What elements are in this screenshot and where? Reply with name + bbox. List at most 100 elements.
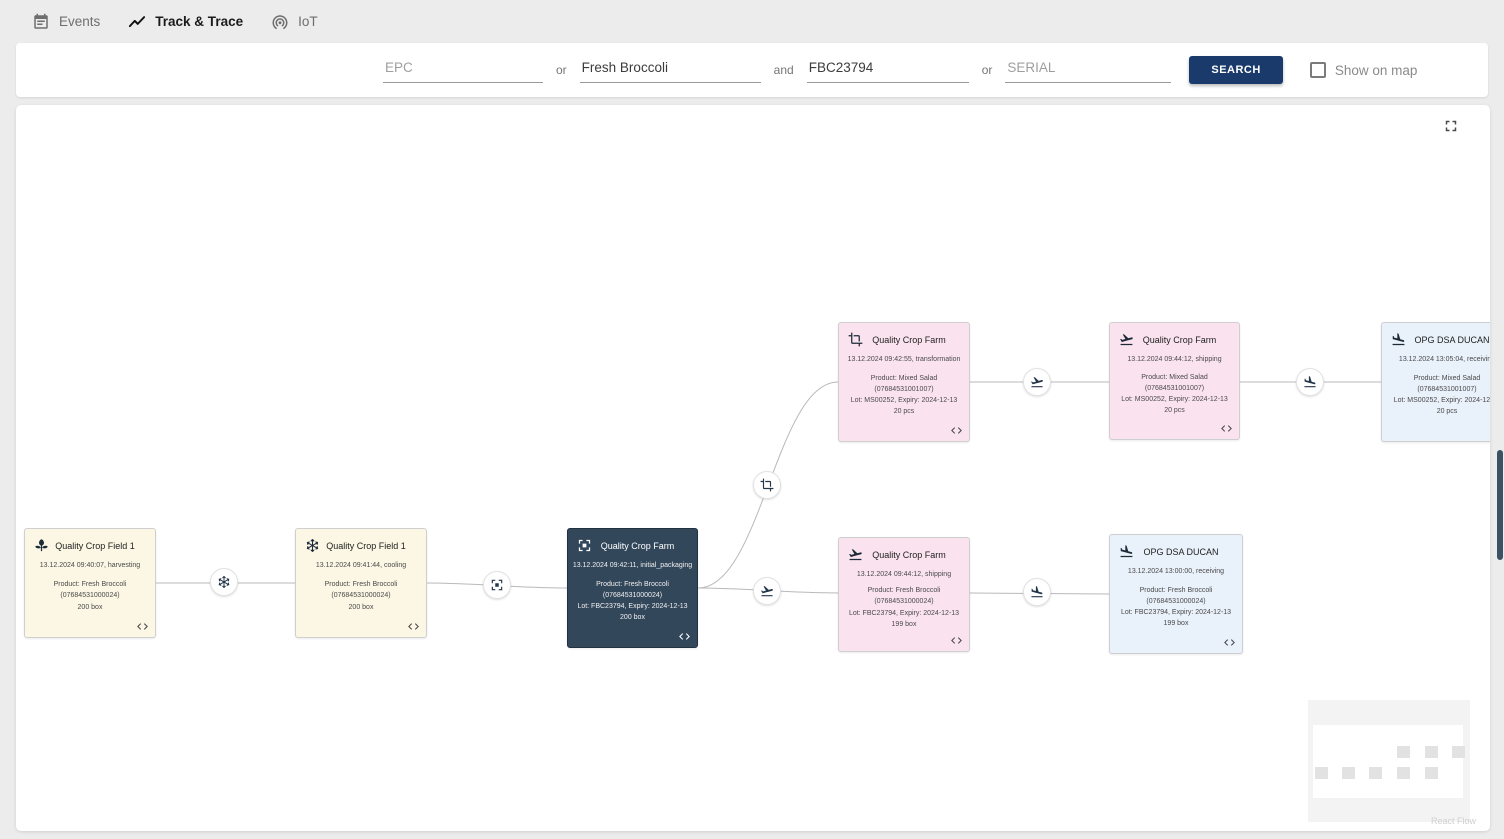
tab-events-label: Events	[59, 14, 100, 29]
crop-icon	[760, 478, 774, 492]
node-timestamp: 13.12.2024 09:44:12, shipping	[1110, 356, 1239, 363]
minimap-node	[1397, 746, 1410, 758]
minimap-viewport	[1313, 725, 1463, 798]
minimap-node	[1342, 767, 1355, 779]
node-title: Quality Crop Farm	[863, 335, 961, 345]
edge-icon-receiving[interactable]	[1296, 368, 1324, 396]
node-gtin: (07684531001007)	[842, 384, 966, 395]
flight-landing-icon	[1030, 585, 1044, 599]
node-title: Quality Crop Field 1	[320, 541, 418, 551]
code-icon[interactable]	[950, 634, 963, 647]
flight-takeoff-icon	[1119, 332, 1134, 347]
edge-icon-cooling[interactable]	[210, 568, 238, 596]
node-gtin: (07684531000024)	[299, 590, 423, 601]
node-lot: Lot: MS00252, Expiry: 2024-12-13	[1113, 394, 1236, 405]
node-quantity: 199 box	[842, 619, 966, 630]
minimap-node	[1452, 746, 1465, 758]
node-quantity: 199 box	[1113, 618, 1239, 629]
epc-input[interactable]	[383, 57, 543, 83]
edge-icon-shipping[interactable]	[1023, 368, 1051, 396]
node-gtin: (07684531000024)	[28, 590, 152, 601]
flow-canvas[interactable]: Quality Crop Field 1 13.12.2024 09:40:07…	[16, 105, 1490, 831]
edge-icon-packaging[interactable]	[483, 571, 511, 599]
iot-icon	[271, 13, 289, 31]
tab-events[interactable]: Events	[32, 13, 100, 31]
node-title: OPG DSA DUCAN	[1134, 547, 1234, 557]
node-title: Quality Crop Farm	[1134, 335, 1231, 345]
minimap-node	[1397, 767, 1410, 779]
node-product: Product: Fresh Broccoli	[571, 579, 694, 590]
node-title: Quality Crop Farm	[863, 550, 961, 560]
code-icon[interactable]	[678, 630, 691, 643]
product-input[interactable]	[580, 57, 761, 83]
packaging-icon	[490, 578, 504, 592]
minimap-node	[1315, 767, 1328, 779]
tab-track-trace[interactable]: Track & Trace	[128, 13, 243, 31]
node-timestamp: 13.12.2024 09:44:12, shipping	[839, 571, 969, 578]
react-flow-attribution: React Flow	[1431, 816, 1476, 826]
tab-track-trace-label: Track & Trace	[155, 14, 243, 29]
lot-input[interactable]	[807, 57, 969, 83]
code-icon[interactable]	[1220, 422, 1233, 435]
code-icon[interactable]	[950, 424, 963, 437]
flight-takeoff-icon	[760, 584, 774, 598]
node-gtin: (07684531001007)	[1113, 383, 1236, 394]
node-title: Quality Crop Field 1	[49, 541, 147, 551]
node-lot: Lot: FBC23794, Expiry: 2024-12-13	[571, 601, 694, 612]
flow-minimap[interactable]	[1308, 700, 1470, 822]
node-timestamp: 13.12.2024 13:00:00, receiving	[1110, 568, 1242, 575]
node-timestamp: 13.12.2024 13:05:04, receiving	[1382, 356, 1490, 363]
flight-landing-icon	[1303, 375, 1317, 389]
flight-takeoff-icon	[848, 547, 863, 562]
vertical-scrollbar-thumb[interactable]	[1497, 450, 1503, 560]
flow-edges	[16, 105, 1490, 831]
flow-node-harvesting[interactable]: Quality Crop Field 1 13.12.2024 09:40:07…	[24, 528, 156, 638]
show-on-map-toggle[interactable]: Show on map	[1310, 62, 1418, 78]
node-title: OPG DSA DUCAN	[1406, 335, 1490, 345]
flight-landing-icon	[1391, 332, 1406, 347]
node-quantity: 20 pcs	[1385, 406, 1490, 417]
node-gtin: (07684531000024)	[571, 590, 694, 601]
tab-iot[interactable]: IoT	[271, 13, 318, 31]
node-lot: Lot: MS00252, Expiry: 2024-12-13	[842, 395, 966, 406]
code-icon[interactable]	[136, 620, 149, 633]
flow-node-shipping-salad[interactable]: Quality Crop Farm 13.12.2024 09:44:12, s…	[1109, 322, 1240, 440]
node-product: Product: Fresh Broccoli	[1113, 585, 1239, 596]
node-product: Product: Mixed Salad	[1113, 372, 1236, 383]
code-icon[interactable]	[407, 620, 420, 633]
top-tab-bar: Events Track & Trace IoT	[0, 0, 1504, 43]
serial-input[interactable]	[1005, 57, 1171, 83]
node-quantity: 20 pcs	[842, 406, 966, 417]
minimap-node	[1425, 746, 1438, 758]
flow-node-initial-packaging[interactable]: Quality Crop Farm 13.12.2024 09:42:11, i…	[567, 528, 698, 648]
fullscreen-button[interactable]	[1442, 117, 1460, 135]
node-gtin: (07684531000024)	[842, 596, 966, 607]
flow-node-receiving-salad[interactable]: OPG DSA DUCAN 13.12.2024 13:05:04, recei…	[1381, 322, 1490, 442]
edge-icon-transformation[interactable]	[753, 471, 781, 499]
show-on-map-checkbox[interactable]	[1310, 62, 1326, 78]
snowflake-icon	[305, 538, 320, 553]
edge-icon-shipping[interactable]	[753, 577, 781, 605]
node-product: Product: Mixed Salad	[1385, 373, 1490, 384]
or-label: or	[556, 63, 567, 77]
node-gtin: (07684531000024)	[1113, 596, 1239, 607]
flow-node-transformation[interactable]: Quality Crop Farm 13.12.2024 09:42:55, t…	[838, 322, 970, 442]
or-label: or	[982, 63, 993, 77]
and-label: and	[774, 63, 794, 77]
node-quantity: 200 box	[299, 602, 423, 613]
node-timestamp: 13.12.2024 09:42:11, initial_packaging	[568, 562, 697, 569]
tab-iot-label: IoT	[298, 14, 318, 29]
node-quantity: 200 box	[571, 612, 694, 623]
edge-icon-receiving[interactable]	[1023, 578, 1051, 606]
search-button[interactable]: SEARCH	[1189, 56, 1282, 84]
node-product: Product: Mixed Salad	[842, 373, 966, 384]
events-icon	[32, 13, 50, 31]
node-title: Quality Crop Farm	[592, 541, 689, 551]
flow-node-receiving-broccoli[interactable]: OPG DSA DUCAN 13.12.2024 13:00:00, recei…	[1109, 534, 1243, 654]
code-icon[interactable]	[1223, 636, 1236, 649]
flight-landing-icon	[1119, 544, 1134, 559]
flow-node-shipping-broccoli[interactable]: Quality Crop Farm 13.12.2024 09:44:12, s…	[838, 537, 970, 652]
flight-takeoff-icon	[1030, 375, 1044, 389]
harvest-icon	[34, 538, 49, 553]
flow-node-cooling[interactable]: Quality Crop Field 1 13.12.2024 09:41:44…	[295, 528, 427, 638]
